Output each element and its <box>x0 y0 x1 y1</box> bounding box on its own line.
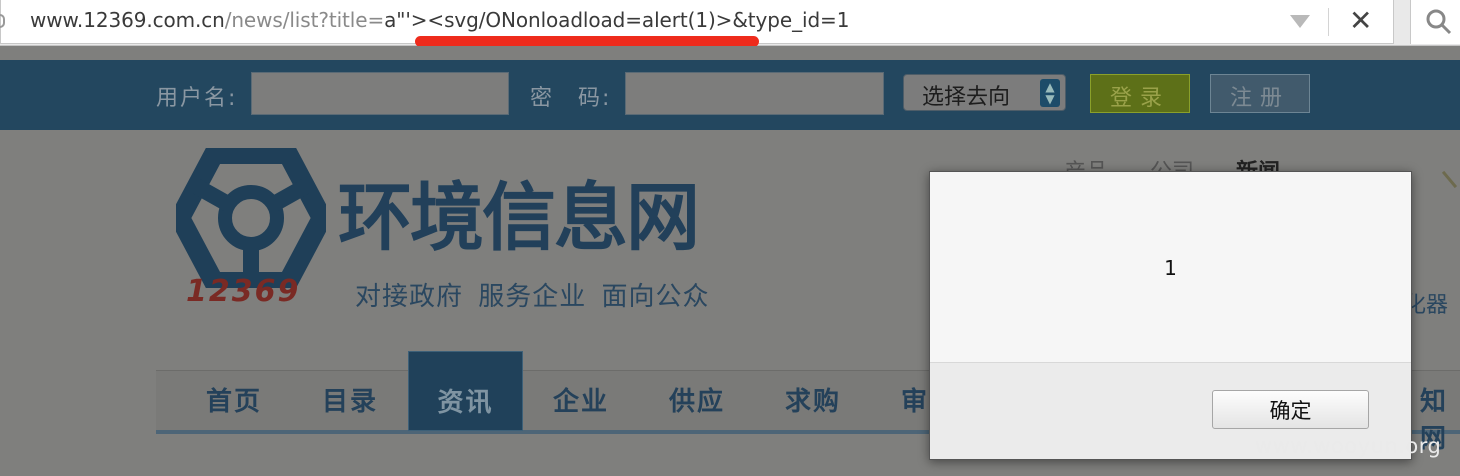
alert-message: 1 <box>1164 256 1177 280</box>
login-button[interactable]: 登录 <box>1090 74 1190 113</box>
username-input[interactable] <box>251 72 509 115</box>
nav-supply[interactable]: 供应 <box>669 381 725 418</box>
browser-toolbar: www.12369.com.cn/news/list?title=a"'><sv… <box>0 0 1460 47</box>
nav-news-label: 资讯 <box>437 388 494 418</box>
register-button[interactable]: 注册 <box>1210 74 1310 113</box>
stop-loading-icon[interactable]: ✕ <box>1349 4 1372 37</box>
logo-number: 12369 <box>186 274 301 309</box>
login-bar: 用户名: 密 码: 选择去向 ▲ ▼ 登录 注册 <box>0 60 1460 130</box>
ok-button[interactable]: 确定 <box>1212 390 1369 429</box>
destination-select[interactable]: 选择去向 ▲ ▼ <box>903 74 1066 111</box>
url-divider <box>1328 8 1329 36</box>
url-history-dropdown-icon[interactable] <box>1290 15 1310 28</box>
page-info-icon[interactable] <box>0 14 5 28</box>
watermark: www.wooyun.org <box>1255 434 1442 458</box>
nav-audit[interactable]: 审 <box>901 381 929 418</box>
search-icon <box>1426 9 1452 35</box>
url-path: /news/list?title= <box>224 8 385 32</box>
search-box[interactable] <box>1410 0 1460 44</box>
site-slogan: 对接政府 服务企业 面向公众 <box>355 282 710 312</box>
destination-select-value: 选择去向 <box>922 85 1011 110</box>
select-updown-icon: ▲ ▼ <box>1040 79 1060 107</box>
decorative-mark <box>1441 159 1460 189</box>
nav-catalog[interactable]: 目录 <box>322 381 378 418</box>
alert-dialog: 1 确定 <box>929 171 1412 460</box>
url-payload: ><svg/ONonloadload=alert(1)> <box>410 8 733 32</box>
site-logo-icon <box>176 148 326 288</box>
password-input[interactable] <box>625 72 884 115</box>
url-text[interactable]: www.12369.com.cn/news/list?title=a"'><sv… <box>30 8 849 32</box>
password-label: 密 码: <box>530 86 612 111</box>
site-title: 环境信息网 <box>338 175 700 261</box>
nav-news-active[interactable]: 资讯 <box>408 351 523 431</box>
nav-purchase[interactable]: 求购 <box>785 381 841 418</box>
username-label: 用户名: <box>156 86 238 111</box>
nav-home[interactable]: 首页 <box>206 381 262 418</box>
url-rest: &type_id=1 <box>732 8 850 32</box>
url-param-value: a"' <box>384 8 411 32</box>
address-bar[interactable]: www.12369.com.cn/news/list?title=a"'><sv… <box>0 0 1394 47</box>
nav-companies[interactable]: 企业 <box>553 381 609 418</box>
url-host: www.12369.com.cn <box>30 8 225 32</box>
